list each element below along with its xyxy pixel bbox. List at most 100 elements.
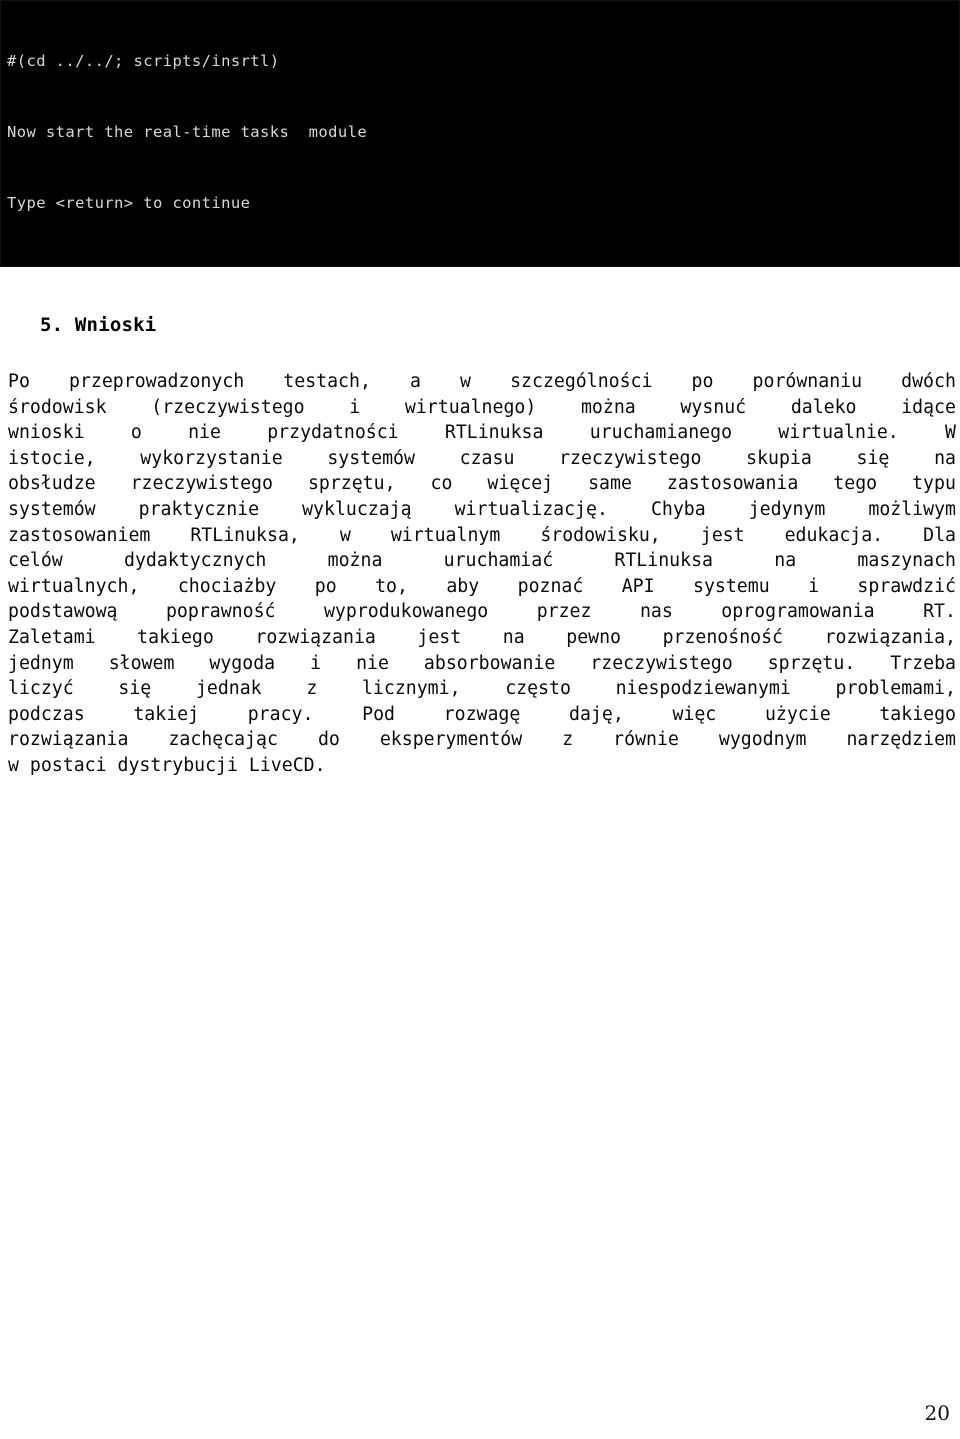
body-word: zastosowania [666,473,799,495]
body-word: typu [912,473,956,495]
body-line: celów dydaktycznych można uruchamiać RTLinuk… [8,548,956,574]
body-word: jednym [8,652,74,674]
body-word: idące [901,396,956,418]
body-word: problemami, [835,678,956,700]
body-word: jest [700,524,745,546]
body-word: nie [188,422,221,444]
body-word: na [502,626,525,648]
body-word: Zaletami [8,626,96,648]
body-word: RTLinuksa [444,422,544,444]
body-word: uruchamianego [589,422,733,444]
body-word: API [621,575,655,597]
body-word: Trzeba [890,652,956,674]
body-word: wyprodukowanego [323,601,489,623]
body-word: wnioski [8,422,85,444]
body-word: przez [536,601,592,623]
body-word: na [934,447,956,469]
body-line: obsłudze rzeczywistego sprzętu, co więcej sam… [8,471,956,497]
body-word: absorbowanie [423,652,556,674]
body-word: przydatności [267,422,399,444]
body-word: równie [613,729,679,751]
body-word: i [310,652,322,674]
body-word: eksperymentów [379,729,523,751]
body-word: porównaniu [752,371,863,392]
body-word: zastosowaniem [8,524,151,546]
body-word: wysnuć [680,396,747,418]
body-word: takiego [879,703,956,725]
body-line: istocie, wykorzystanie systemów czasu rzeczy… [8,446,956,472]
body-word: często [505,678,571,700]
body-word: jedynym [748,498,826,520]
body-word: sprawdzić [857,575,956,597]
body-word: w [339,524,351,546]
body-word: uruchamiać [443,550,554,572]
body-word: rozwiązania [255,626,376,648]
body-word: obsłudze [8,473,96,495]
body-word: poznać [517,575,584,597]
body-word: daję, [569,703,624,725]
body-word: licznymi, [361,678,461,700]
body-word: podczas [8,703,85,725]
body-word: po [314,575,337,597]
body-word: w postaci dystrybucji LiveCD. [8,754,326,776]
body-word: edukacja. [784,524,884,546]
body-word: systemu [693,575,770,597]
body-word: wykluczają [302,498,412,520]
body-word: wirtualizację. [454,498,608,520]
body-line: Po przeprowadzonych testach, a w szczególnośc… [8,369,956,395]
body-word: systemów [327,447,415,469]
body-word: jednak [195,678,262,700]
body-word: sprzętu. [767,652,856,674]
body-word: wirtualnym [390,524,501,546]
terminal-screenshot-figure: #(cd ../../; scripts/insrtl) Now start t… [0,0,960,267]
section-heading: 5. Wnioski [40,314,157,336]
body-line: w postaci dystrybucji LiveCD. [8,753,956,779]
body-line: środowisk (rzeczywistego i wirtualnego) możn… [8,395,956,421]
body-word: RTLinuksa, [190,524,300,546]
body-word: chociażby [177,575,277,597]
body-word: pracy. [247,703,314,725]
body-word: a [410,371,421,392]
body-line: wnioski o nie przydatności RTLinuksa uruchami… [8,420,956,446]
body-word: tego [833,473,878,495]
body-word: i [808,575,820,597]
body-word: jest [417,626,462,648]
body-word: podstawową [8,601,118,623]
body-word: się [856,447,890,469]
body-word: liczyć [8,678,74,700]
body-word: na [774,550,797,572]
body-line: podstawową poprawność wyprodukowanego przez… [8,599,956,625]
body-word: systemów [8,498,96,520]
body-word: Po [8,371,30,392]
body-line: zastosowaniem RTLinuksa, w wirtualnym środow… [8,523,956,549]
body-word: i [349,396,361,418]
body-word: co [430,473,453,495]
body-word: środowisku, [540,524,661,546]
body-line: podczas takiej pracy. Pod rozwagę daję, więc uż… [8,702,956,728]
body-word: wirtualnych, [8,575,140,597]
body-word: (rzeczywistego [151,396,305,418]
body-word: Chyba [650,498,706,520]
page-number: 20 [924,1401,950,1425]
body-word: dwóch [901,371,956,392]
terminal-line: Type <return> to continue [7,193,251,212]
body-word: poprawność [165,601,276,623]
terminal-line: Now start the real-time tasks module [7,122,368,141]
body-line: liczyć się jednak z licznymi, często niespodzi… [8,676,956,702]
body-word: wirtualnego) [404,396,537,418]
body-word: czasu [459,447,515,469]
body-word: możliwym [868,498,956,520]
body-word: wykorzystanie [140,447,283,469]
body-word: w [460,371,471,392]
body-line: jednym słowem wygoda i nie absorbowanie rzeczy… [8,651,956,677]
body-word: narzędziem [846,729,956,751]
body-word: więc [672,703,717,725]
body-word: same [588,473,632,495]
body-word: istocie, [8,447,96,469]
body-word: rzeczywistego [559,447,702,469]
conclusion-paragraph: Po przeprowadzonych testach, a w szczególnośc… [8,369,956,779]
terminal-line: #(cd ../../; scripts/insrtl) [7,52,280,71]
body-word: zachęcając [168,729,278,751]
body-word: wygodnym [718,729,807,751]
